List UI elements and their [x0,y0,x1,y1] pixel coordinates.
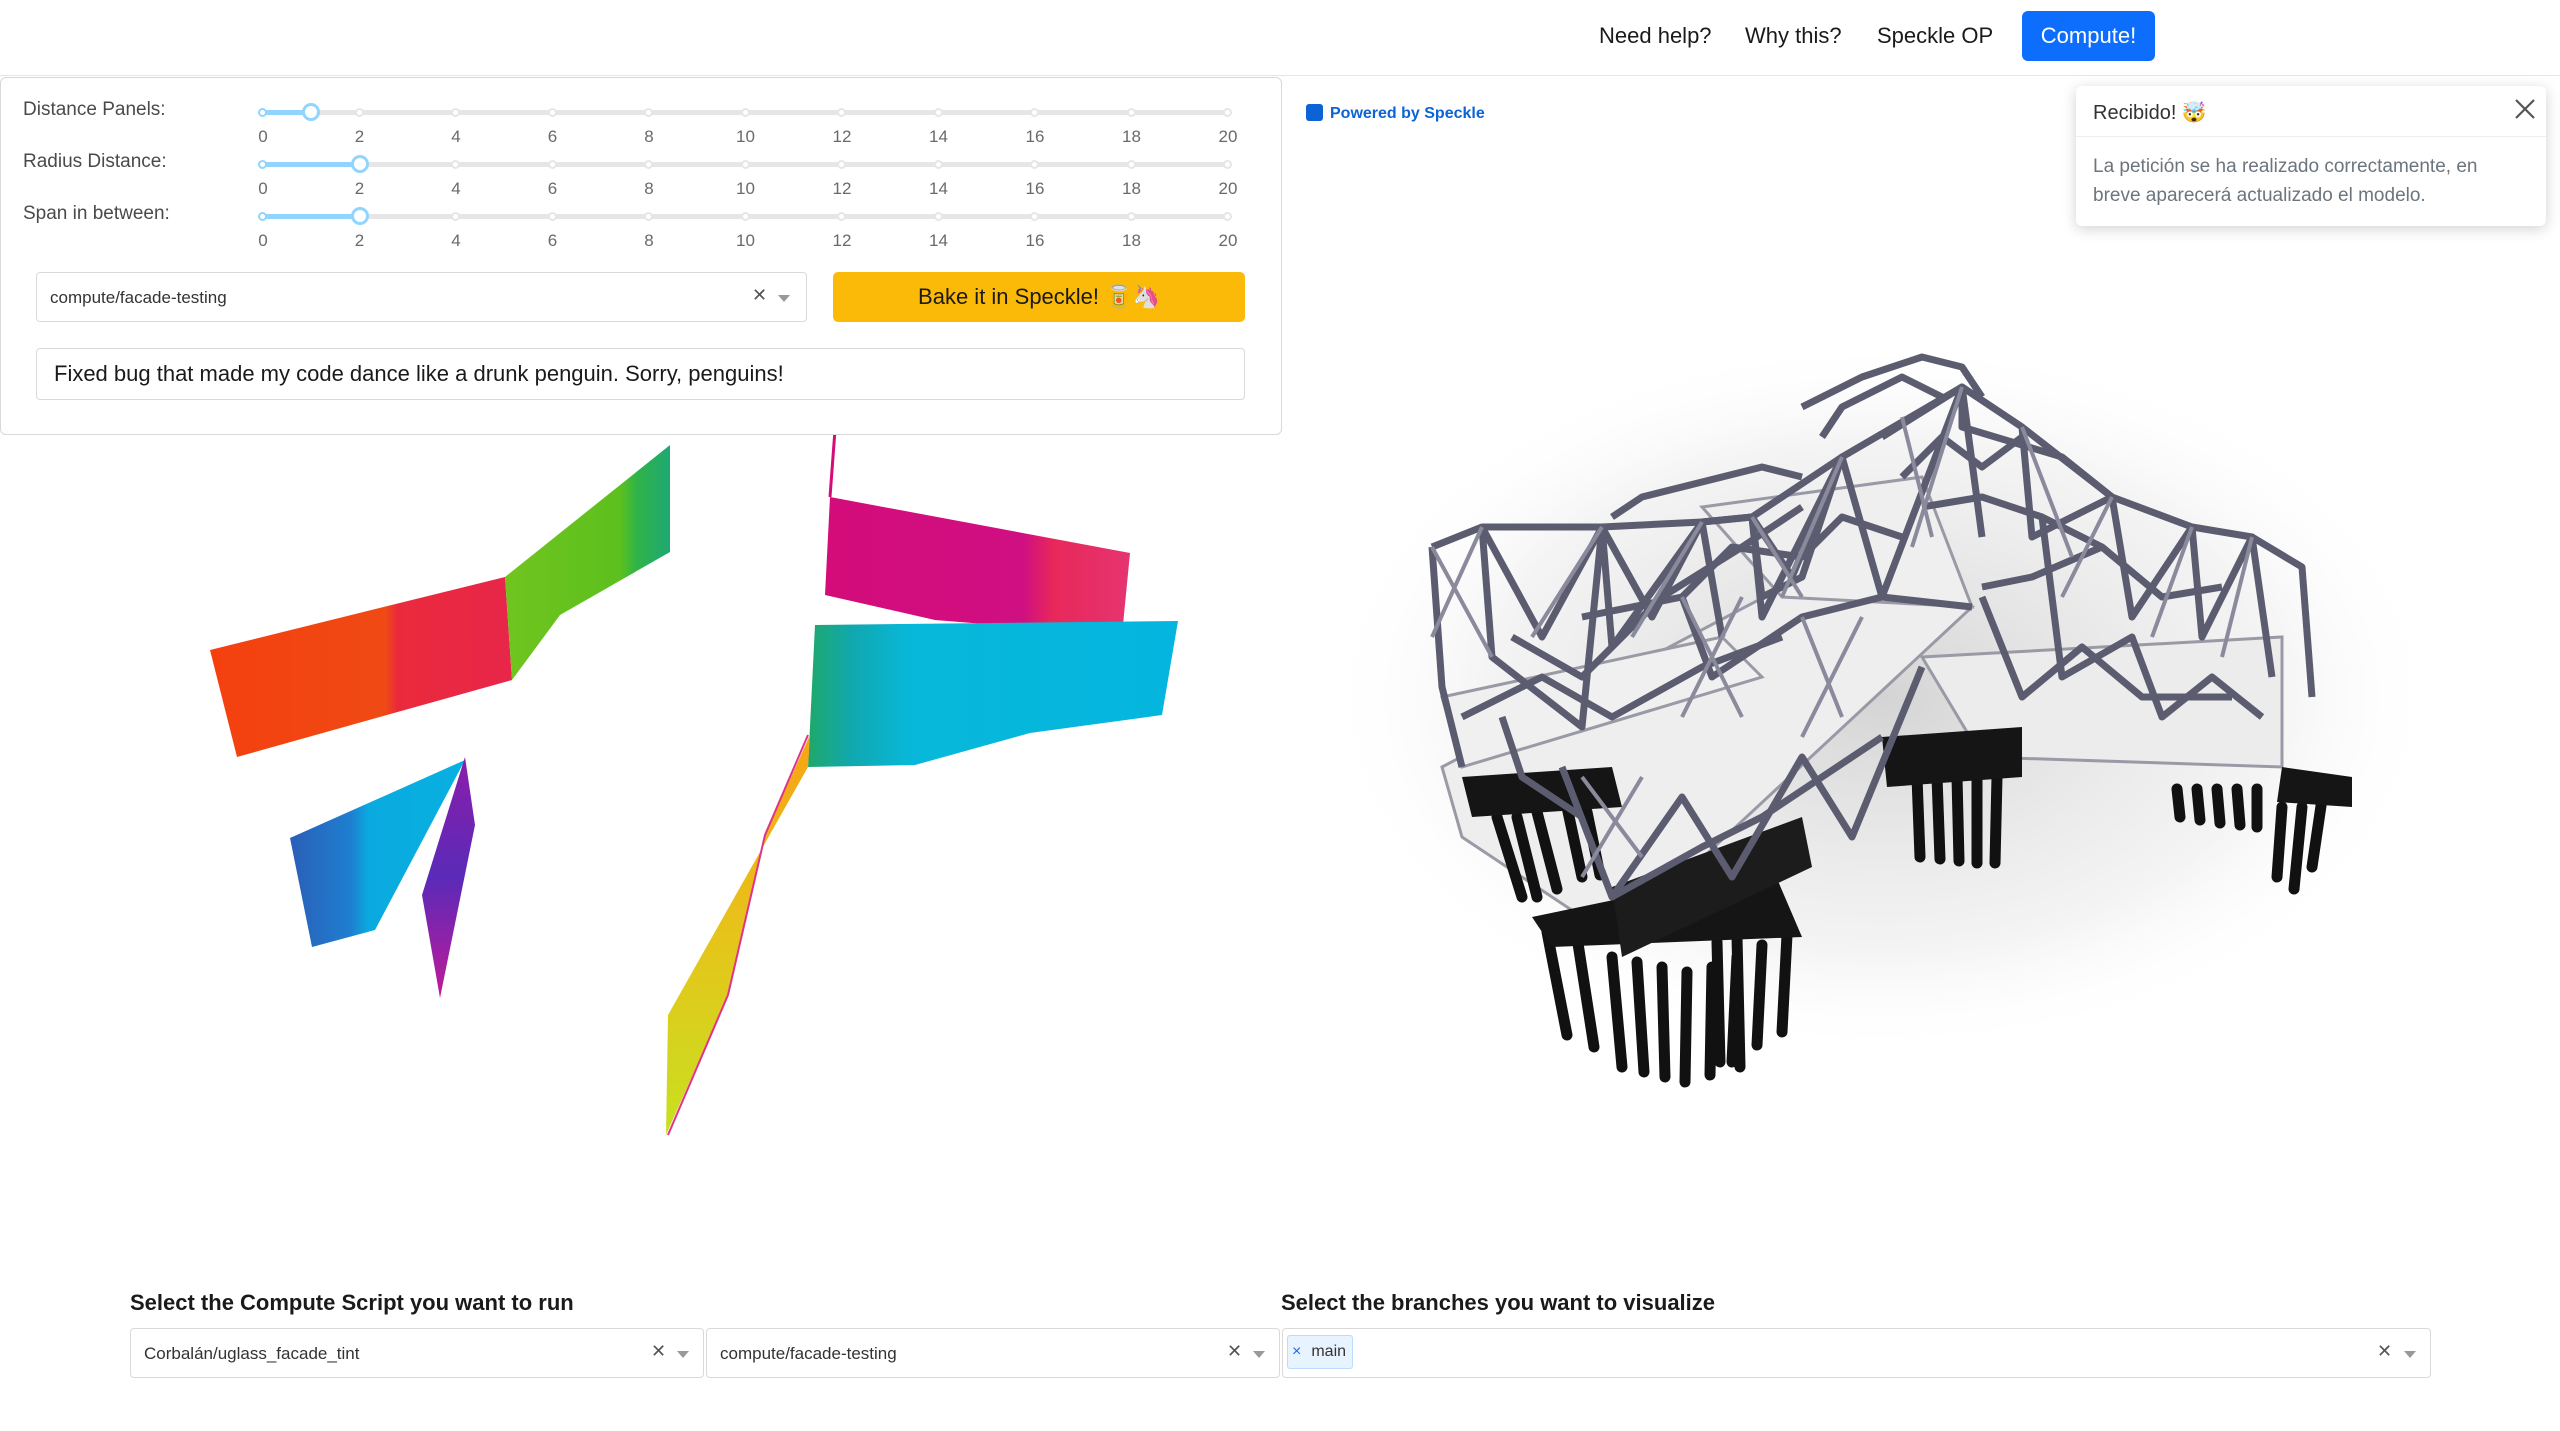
slider-tick-label: 18 [1122,231,1141,250]
speckle-op-link[interactable]: Speckle OP [1877,20,1993,52]
remove-tag-icon[interactable]: × [1292,1343,1301,1360]
slider-label: Distance Panels: [23,99,166,120]
slider-tick-label: 4 [451,231,461,250]
slider-dot [547,108,557,117]
slider-dot [451,212,460,221]
truss-model-canvas[interactable] [1282,77,2560,1237]
slider-dot [1126,108,1136,117]
slider-dot [451,160,460,169]
slider-tick-label: 14 [929,231,948,250]
slider-dot [1223,108,1232,117]
facade-panel-yellow [666,735,810,1135]
compute-branch-value: compute/facade-testing [720,1344,897,1363]
slider-tick-label: 6 [547,231,558,250]
slider-dot [740,212,750,221]
slider-dot [1126,160,1136,169]
slider-dot [354,108,364,117]
slider-dot [1126,212,1136,221]
branch-tag-label: main [1311,1343,1347,1360]
facade-model-canvas[interactable] [0,429,1282,1235]
facade-viewer[interactable] [0,429,1282,1235]
slider-row: Span in between: 0 2 4 6 8 10 12 14 16 18 20 [1,185,1283,250]
slider-dot [1030,108,1039,117]
slider-dot [258,108,267,117]
slider-tick-label: 20 [1218,231,1238,250]
top-navbar: Need help? Why this? Speckle OP Compute! [0,0,2560,76]
slider-label: Radius Distance: [23,151,167,172]
close-icon[interactable] [2512,96,2538,122]
facade-panel-magenta [825,497,1130,635]
slider-row: Radius Distance: 0 2 4 6 8 10 12 14 16 18 20 [1,133,1283,198]
slider-tick-label: 2 [354,231,365,250]
compute-branch-select[interactable]: compute/facade-testing ✕ [706,1328,1280,1378]
slider-dot [1030,160,1039,169]
slider-dot [933,108,943,117]
facade-panel-cyan [808,621,1178,767]
control-panel: Distance Panels: 0 2 4 6 8 10 12 14 16 18 20 Radius … [0,77,1282,435]
facade-edge-line [828,429,837,498]
chevron-down-icon[interactable] [778,295,790,302]
facade-panel-green [505,445,670,680]
slider-tick-label: 8 [644,231,654,250]
slider-label: Span in between: [23,203,170,224]
compute-button[interactable]: Compute! [2022,11,2155,61]
clear-icon[interactable]: ✕ [2377,1341,2392,1362]
slider-handle[interactable] [350,155,369,173]
toast-message: La petición se ha realizado correctament… [2093,156,2478,206]
slider-track [263,162,360,167]
pile-cap [1882,727,2022,787]
slider-dot [933,160,943,169]
slider-dot [547,212,557,221]
slider-dot [1030,212,1039,221]
slider-dot [451,108,460,117]
slider-tick-label: 10 [736,231,755,250]
slider-track [263,214,360,219]
branch-select-value: compute/facade-testing [50,288,227,307]
speckle-viewer[interactable]: Powered by Speckle [1282,77,2560,1237]
need-help-link[interactable]: Need help? [1599,20,1712,52]
slider-dot [258,160,267,169]
slider-tick-label: 12 [832,231,852,250]
slider-dot [547,160,557,169]
slider-dot [933,212,943,221]
slider-dot [644,160,653,169]
chevron-down-icon[interactable] [1253,1351,1265,1358]
why-this-link[interactable]: Why this? [1745,20,1842,52]
bake-button[interactable]: Bake it in Speckle! 🥫🦄 [833,272,1245,322]
toast-title: Recibido! 🤯 [2093,102,2207,124]
notification-toast: Recibido! 🤯 La petición se ha realizado … [2076,86,2546,226]
branch-select[interactable]: compute/facade-testing ✕ [36,272,807,322]
slider-dot [644,212,653,221]
clear-icon[interactable]: ✕ [1227,1341,1242,1362]
chevron-down-icon[interactable] [2404,1351,2416,1358]
compute-script-select[interactable]: Corbalán/uglass_facade_tint ✕ [130,1328,704,1378]
slider-dot [837,160,846,169]
slider-dot [258,212,267,221]
slider-tick-label: 0 [258,231,268,250]
compute-script-label: Select the Compute Script you want to ru… [130,1290,574,1315]
slider-row: Distance Panels: 0 2 4 6 8 10 12 14 16 18 20 [1,81,1283,146]
slider-dot [644,108,653,117]
slider-handle[interactable] [302,103,321,121]
branches-label: Select the branches you want to visualiz… [1281,1290,1716,1315]
slider-tick-label: 16 [1025,231,1045,250]
slider-dot [837,212,846,221]
slider-dot [1223,160,1232,169]
branches-multiselect[interactable]: × main ✕ [1282,1328,2431,1378]
chevron-down-icon[interactable] [677,1351,689,1358]
facade-panel-red [210,577,512,757]
slider-dot [837,108,846,117]
slider-dot [740,108,750,117]
commit-message-input[interactable] [36,348,1245,400]
toast-divider [2076,136,2546,137]
slider-handle[interactable] [350,207,369,225]
clear-icon[interactable]: ✕ [752,285,767,306]
compute-script-value: Corbalán/uglass_facade_tint [144,1344,360,1363]
clear-icon[interactable]: ✕ [651,1341,666,1362]
slider-dot [1223,212,1232,221]
branch-tag: × main [1287,1335,1354,1369]
slider-dot [740,160,750,169]
